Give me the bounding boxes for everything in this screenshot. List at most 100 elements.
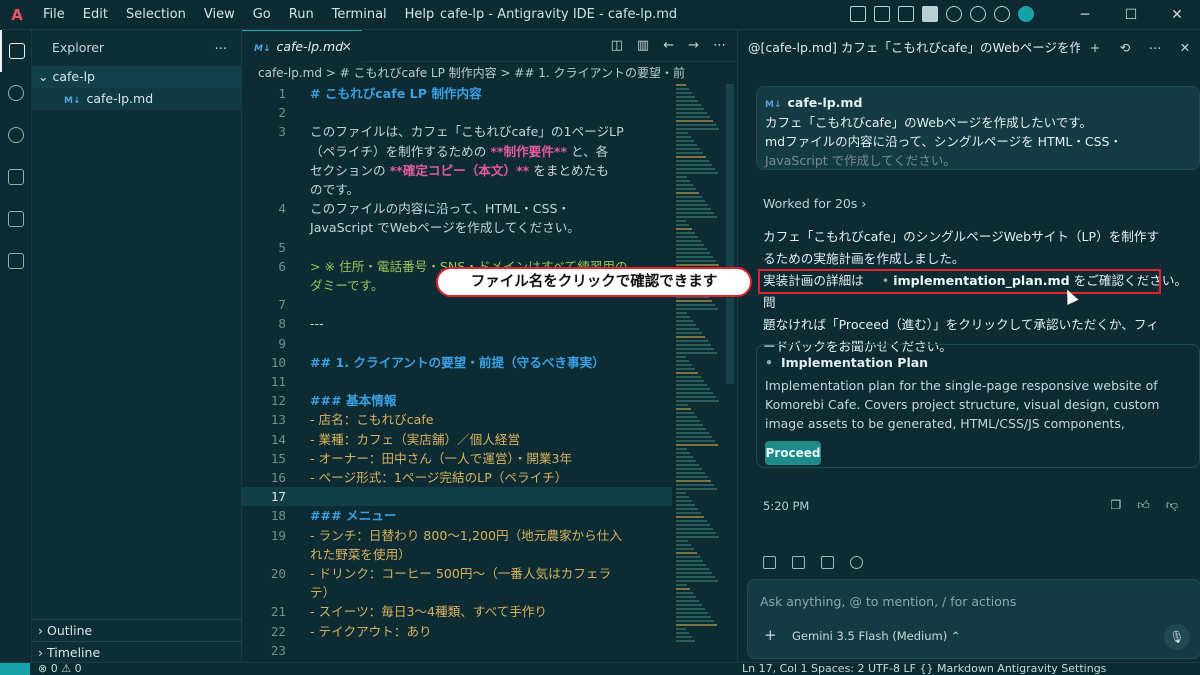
thumbs-up-icon[interactable]: 👍︎	[1137, 498, 1150, 513]
remote-indicator-icon[interactable]	[0, 663, 30, 675]
layout-grid-icon[interactable]	[850, 6, 866, 22]
chevron-up-icon: ⌃	[950, 629, 961, 643]
explorer-sidebar: Explorer ⋯ ⌄ cafe-lp M↓ cafe-lp.md › Outl…	[32, 30, 242, 662]
chat-input[interactable]: Ask anything, @ to mention, / for action…	[747, 579, 1200, 659]
minimap-line	[676, 424, 703, 426]
search-view-icon[interactable]	[0, 72, 32, 114]
close-panel-icon[interactable]: ✕	[1170, 30, 1200, 66]
timeline-section[interactable]: › Timeline	[32, 641, 242, 663]
menu-help[interactable]: Help	[396, 0, 444, 30]
copy-icon[interactable]: ❐	[1111, 498, 1122, 513]
remote-explorer-icon[interactable]	[0, 198, 32, 240]
minimap-line	[676, 184, 693, 186]
minimap-line	[676, 568, 709, 570]
menu-run[interactable]: Run	[280, 0, 323, 30]
line-number: 6	[278, 258, 286, 274]
new-chat-icon[interactable]: +	[1080, 30, 1110, 66]
toggle-secondary-sidebar-icon[interactable]	[922, 6, 938, 22]
file-context-icon[interactable]	[763, 556, 776, 569]
minimap-line	[676, 528, 713, 530]
line-number: 12	[270, 393, 286, 409]
toggle-panel-icon[interactable]	[898, 6, 914, 22]
menu-go[interactable]: Go	[244, 0, 280, 30]
minimap-line	[676, 640, 695, 642]
minimap-line	[676, 632, 689, 634]
menu-edit[interactable]: Edit	[74, 0, 117, 30]
more-actions-icon[interactable]: ⋯	[713, 30, 726, 62]
minimap-line	[676, 88, 689, 90]
line-text: - 店名：こもれびcafe	[310, 412, 434, 428]
search-icon[interactable]	[946, 6, 962, 22]
implementation-plan-card[interactable]: • Implementation Plan Implementation plan…	[756, 344, 1200, 468]
folder-cafe-lp[interactable]: ⌄ cafe-lp	[32, 66, 241, 88]
minimap[interactable]	[674, 84, 724, 644]
chevron-right-icon: ›	[38, 645, 47, 660]
menu-selection[interactable]: Selection	[117, 0, 195, 30]
model-selector[interactable]: Gemini 3.5 Flash (Medium) ⌃	[792, 629, 961, 643]
thumbs-down-icon[interactable]: 👎︎	[1166, 498, 1178, 513]
history-icon[interactable]: ⟲	[1110, 30, 1140, 66]
add-context-icon[interactable]: +	[764, 626, 777, 644]
line-text: ### 基本情報	[310, 393, 397, 409]
file-cafe-lp-md[interactable]: M↓ cafe-lp.md	[32, 88, 241, 110]
status-right-items[interactable]: Ln 17, Col 1 Spaces: 2 UTF-8 LF {} Markd…	[742, 662, 1106, 675]
menu-terminal[interactable]: Terminal	[323, 0, 396, 30]
browser-icon[interactable]	[970, 6, 986, 22]
menu-view[interactable]: View	[195, 0, 244, 30]
gear-icon[interactable]	[994, 6, 1010, 22]
minimap-line	[676, 360, 689, 362]
toggle-sidebar-icon[interactable]	[874, 6, 890, 22]
line-number: 17	[270, 489, 286, 505]
terminal-context-icon[interactable]	[792, 556, 805, 569]
tab-cafe-lp-md[interactable]: M↓ cafe-lp.md ✕	[242, 30, 362, 62]
explorer-icon[interactable]	[0, 30, 32, 72]
attached-file-chip[interactable]: M↓ cafe-lp.md	[765, 95, 1191, 110]
extensions-icon[interactable]	[0, 240, 32, 282]
minimap-line	[676, 472, 705, 474]
close-icon[interactable]: ✕	[342, 31, 352, 63]
line-text: ダミーです。	[310, 278, 384, 293]
code-editor[interactable]: 1 # こもれびcafe LP 制作内容 2 3 このファイルは、カフェ「こもれびcaf…	[242, 84, 672, 675]
code-line: 15 - オーナー：田中さん（一人で運営）・開業3年	[242, 449, 672, 468]
proceed-button[interactable]: Proceed	[765, 441, 821, 465]
more-actions-icon[interactable]: ⋯	[1140, 30, 1170, 66]
code-line: 19 - ランチ：日替わり 800〜1,200円（地元農家から仕入	[242, 526, 672, 545]
navigate-forward-icon[interactable]: →	[688, 30, 699, 62]
line-text: （ペライチ）を制作するための **制作要件** と、各	[310, 143, 609, 159]
outline-section[interactable]: › Outline	[32, 619, 242, 641]
worked-toggle[interactable]: Worked for 20s ›	[763, 196, 866, 211]
line-text: - ドリンク：コーヒー 500円〜（一番人気はカフェラ	[310, 566, 612, 581]
browser-context-icon[interactable]	[850, 556, 863, 569]
split-editor-icon[interactable]: ▥	[637, 30, 649, 62]
minimize-button[interactable]: ─	[1062, 0, 1108, 30]
close-window-button[interactable]: ✕	[1154, 0, 1200, 30]
microphone-icon[interactable]: 🎙︎	[1164, 624, 1190, 650]
minimap-line	[676, 556, 700, 558]
menu-file[interactable]: File	[34, 0, 74, 30]
line-text: - スイーツ：毎日3〜4種類、すべて手作り	[310, 604, 548, 620]
minimap-line	[676, 332, 702, 334]
minimap-line	[676, 124, 716, 126]
minimap-line	[676, 312, 687, 314]
more-actions-icon[interactable]: ⋯	[215, 30, 228, 66]
source-control-icon[interactable]	[0, 114, 32, 156]
editor-scrollbar[interactable]	[726, 84, 734, 384]
chat-title: @[cafe-lp.md] カフェ「こもれびcafe」のWebページを作	[748, 40, 1082, 55]
code-line: 8 ---	[242, 314, 672, 333]
minimap-line	[676, 196, 702, 198]
run-debug-icon[interactable]	[0, 156, 32, 198]
minimap-line	[676, 504, 695, 506]
account-avatar-icon[interactable]	[1018, 6, 1034, 22]
open-preview-icon[interactable]: ◫	[611, 30, 623, 62]
breadcrumb[interactable]: cafe-lp.md > # こもれびcafe LP 制作内容 > ## 1. …	[242, 62, 736, 84]
file-link-highlight	[758, 269, 1161, 294]
maximize-button[interactable]: ☐	[1108, 0, 1154, 30]
problems-indicator[interactable]: ⊗ 0 ⚠ 0	[38, 662, 82, 675]
minimap-line	[676, 148, 700, 150]
minimap-line	[676, 492, 686, 494]
navigate-back-icon[interactable]: ←	[663, 30, 674, 62]
tab-label: cafe-lp.md	[276, 39, 344, 54]
minimap-line	[676, 364, 692, 366]
database-context-icon[interactable]	[821, 556, 834, 569]
line-text: このファイルは、カフェ「こもれびcafe」の1ページLP	[310, 124, 624, 140]
